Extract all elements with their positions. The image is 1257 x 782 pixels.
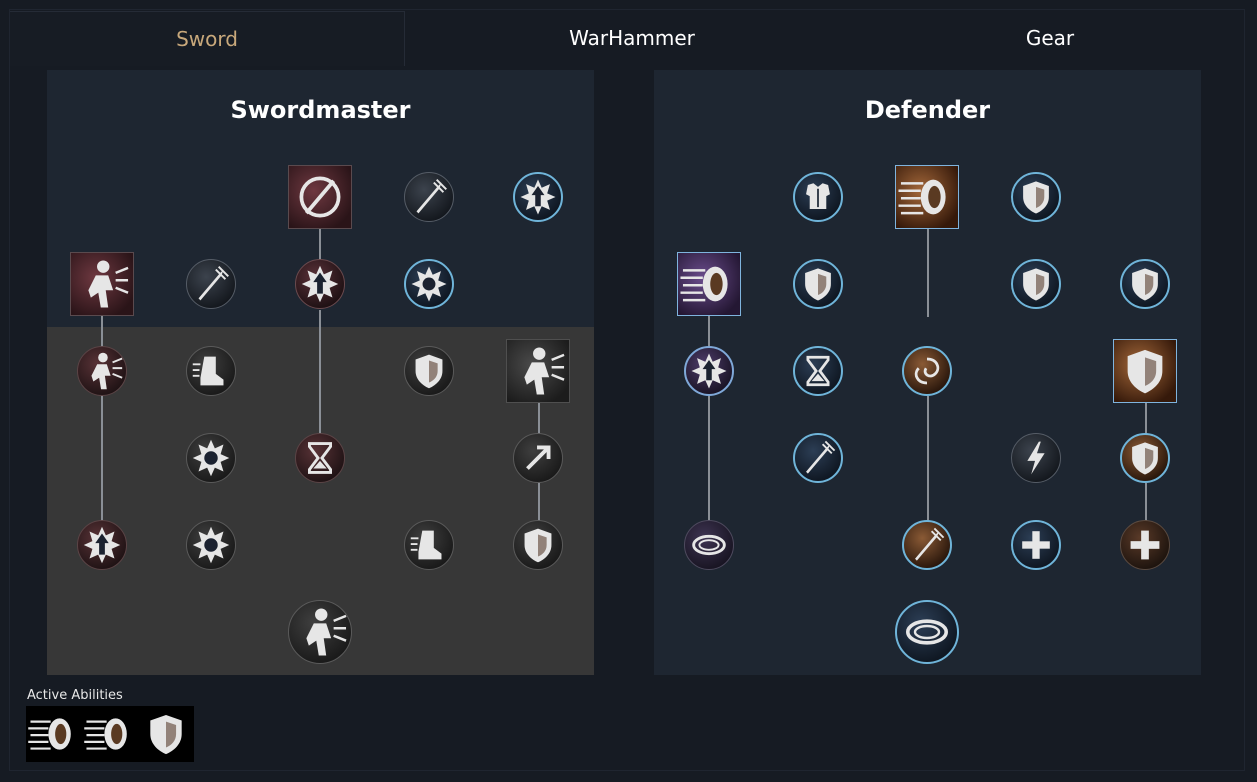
swordmaster-tree: Swordmaster [47, 70, 594, 675]
shield-down-icon[interactable] [1011, 259, 1061, 309]
armor-icon[interactable] [793, 172, 843, 222]
tree-connector [927, 396, 929, 521]
empower-arrow-icon[interactable] [77, 520, 127, 570]
tree-connector [101, 316, 103, 348]
dash-icon[interactable] [77, 346, 127, 396]
helmet-icon[interactable] [1011, 172, 1061, 222]
shield-rush-icon[interactable] [895, 165, 959, 229]
tree-connector [708, 396, 710, 521]
whirling-slash-icon[interactable] [288, 165, 352, 229]
gauntlet-icon[interactable] [513, 520, 563, 570]
kite-shield-icon[interactable] [138, 706, 194, 762]
defender-tree: Defender [654, 70, 1201, 675]
kite-shield-icon[interactable] [1113, 339, 1177, 403]
roar-icon[interactable] [288, 600, 352, 664]
cross-burst-icon[interactable] [186, 520, 236, 570]
gauntlet-icon[interactable] [902, 520, 952, 570]
tree-connector [1145, 483, 1147, 521]
armored-boot-icon[interactable] [186, 346, 236, 396]
tree-connector [927, 229, 929, 317]
blade-icon[interactable] [793, 433, 843, 483]
heal-cross-icon[interactable] [1011, 520, 1061, 570]
spiral-burst-icon[interactable] [404, 259, 454, 309]
tab-warhammer[interactable]: WarHammer [430, 11, 834, 65]
hourglass-icon[interactable] [793, 346, 843, 396]
empower-arrow-icon[interactable] [513, 172, 563, 222]
lunge-icon[interactable] [70, 252, 134, 316]
orbit-stars-icon[interactable] [684, 520, 734, 570]
tree-connector [538, 483, 540, 521]
tree-connector [1145, 402, 1147, 434]
lightning-icon[interactable] [1011, 433, 1061, 483]
shield-slash-icon[interactable] [1120, 259, 1170, 309]
active-abilities-bar [26, 706, 194, 762]
sunburst-icon[interactable] [186, 433, 236, 483]
spin-circle-icon[interactable] [895, 600, 959, 664]
weapon-tabs: Sword WarHammer Gear [10, 11, 1240, 67]
empower-arrow-icon[interactable] [684, 346, 734, 396]
shield-rush-icon[interactable] [82, 706, 138, 762]
arrow-up-icon[interactable] [513, 433, 563, 483]
leap-icon[interactable] [506, 339, 570, 403]
tree-connector [319, 310, 321, 435]
hourglass-icon[interactable] [295, 433, 345, 483]
crossed-dagger-icon[interactable] [404, 172, 454, 222]
shield-wing-icon[interactable] [404, 346, 454, 396]
defense-badge-icon[interactable] [1120, 433, 1170, 483]
vortex-icon[interactable] [902, 346, 952, 396]
active-abilities-label: Active Abilities [27, 688, 123, 703]
blade-icon[interactable] [186, 259, 236, 309]
tree-connector [538, 402, 540, 434]
tab-gear[interactable]: Gear [848, 11, 1252, 65]
empower-arrow-icon[interactable] [295, 259, 345, 309]
shield-bash-icon[interactable] [677, 252, 741, 316]
frost-axe-icon[interactable] [793, 259, 843, 309]
tree-title: Swordmaster [230, 96, 411, 124]
tree-connector [708, 316, 710, 348]
running-boot-icon[interactable] [404, 520, 454, 570]
shield-bash-icon[interactable] [26, 706, 82, 762]
heal-cross-icon[interactable] [1120, 520, 1170, 570]
tree-connector [101, 396, 103, 521]
tree-title: Defender [864, 96, 991, 124]
tab-sword[interactable]: Sword [10, 11, 405, 66]
